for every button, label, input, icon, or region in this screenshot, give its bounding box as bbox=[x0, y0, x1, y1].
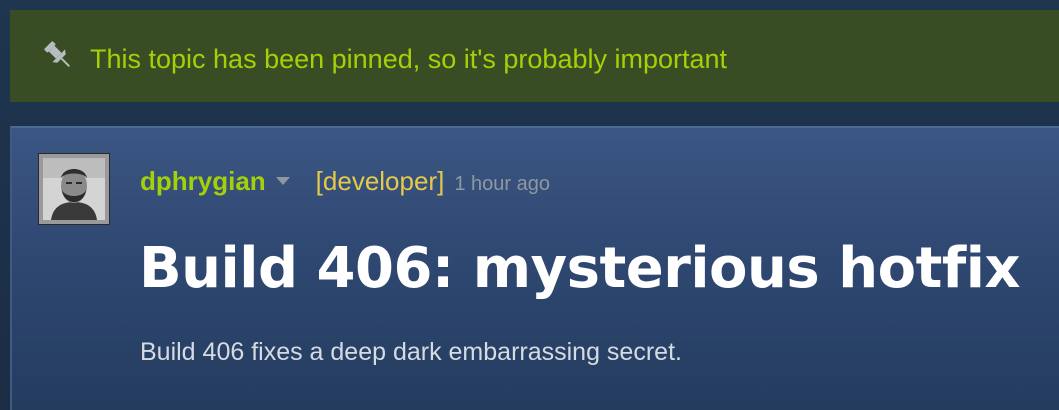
post-author-row: dphrygian [developer] 1 hour ago bbox=[140, 166, 550, 206]
developer-badge: [developer] bbox=[315, 166, 445, 196]
pinned-notice-text: This topic has been pinned, so it's prob… bbox=[90, 44, 728, 74]
pin-icon bbox=[44, 41, 71, 68]
author-avatar-frame[interactable] bbox=[38, 153, 110, 225]
post-title: Build 406: mysterious hotfix bbox=[139, 236, 1021, 301]
post-body-text: Build 406 fixes a deep dark embarrassing… bbox=[140, 338, 682, 366]
forum-post: dphrygian [developer] 1 hour ago Build 4… bbox=[10, 126, 1059, 410]
chevron-down-icon[interactable] bbox=[275, 177, 290, 185]
avatar[interactable] bbox=[43, 158, 105, 220]
discussion-page: This topic has been pinned, so it's prob… bbox=[0, 0, 1059, 410]
post-timestamp: 1 hour ago bbox=[454, 173, 550, 195]
pinned-topic-banner: This topic has been pinned, so it's prob… bbox=[10, 10, 1059, 102]
author-name-link[interactable]: dphrygian bbox=[140, 166, 266, 197]
